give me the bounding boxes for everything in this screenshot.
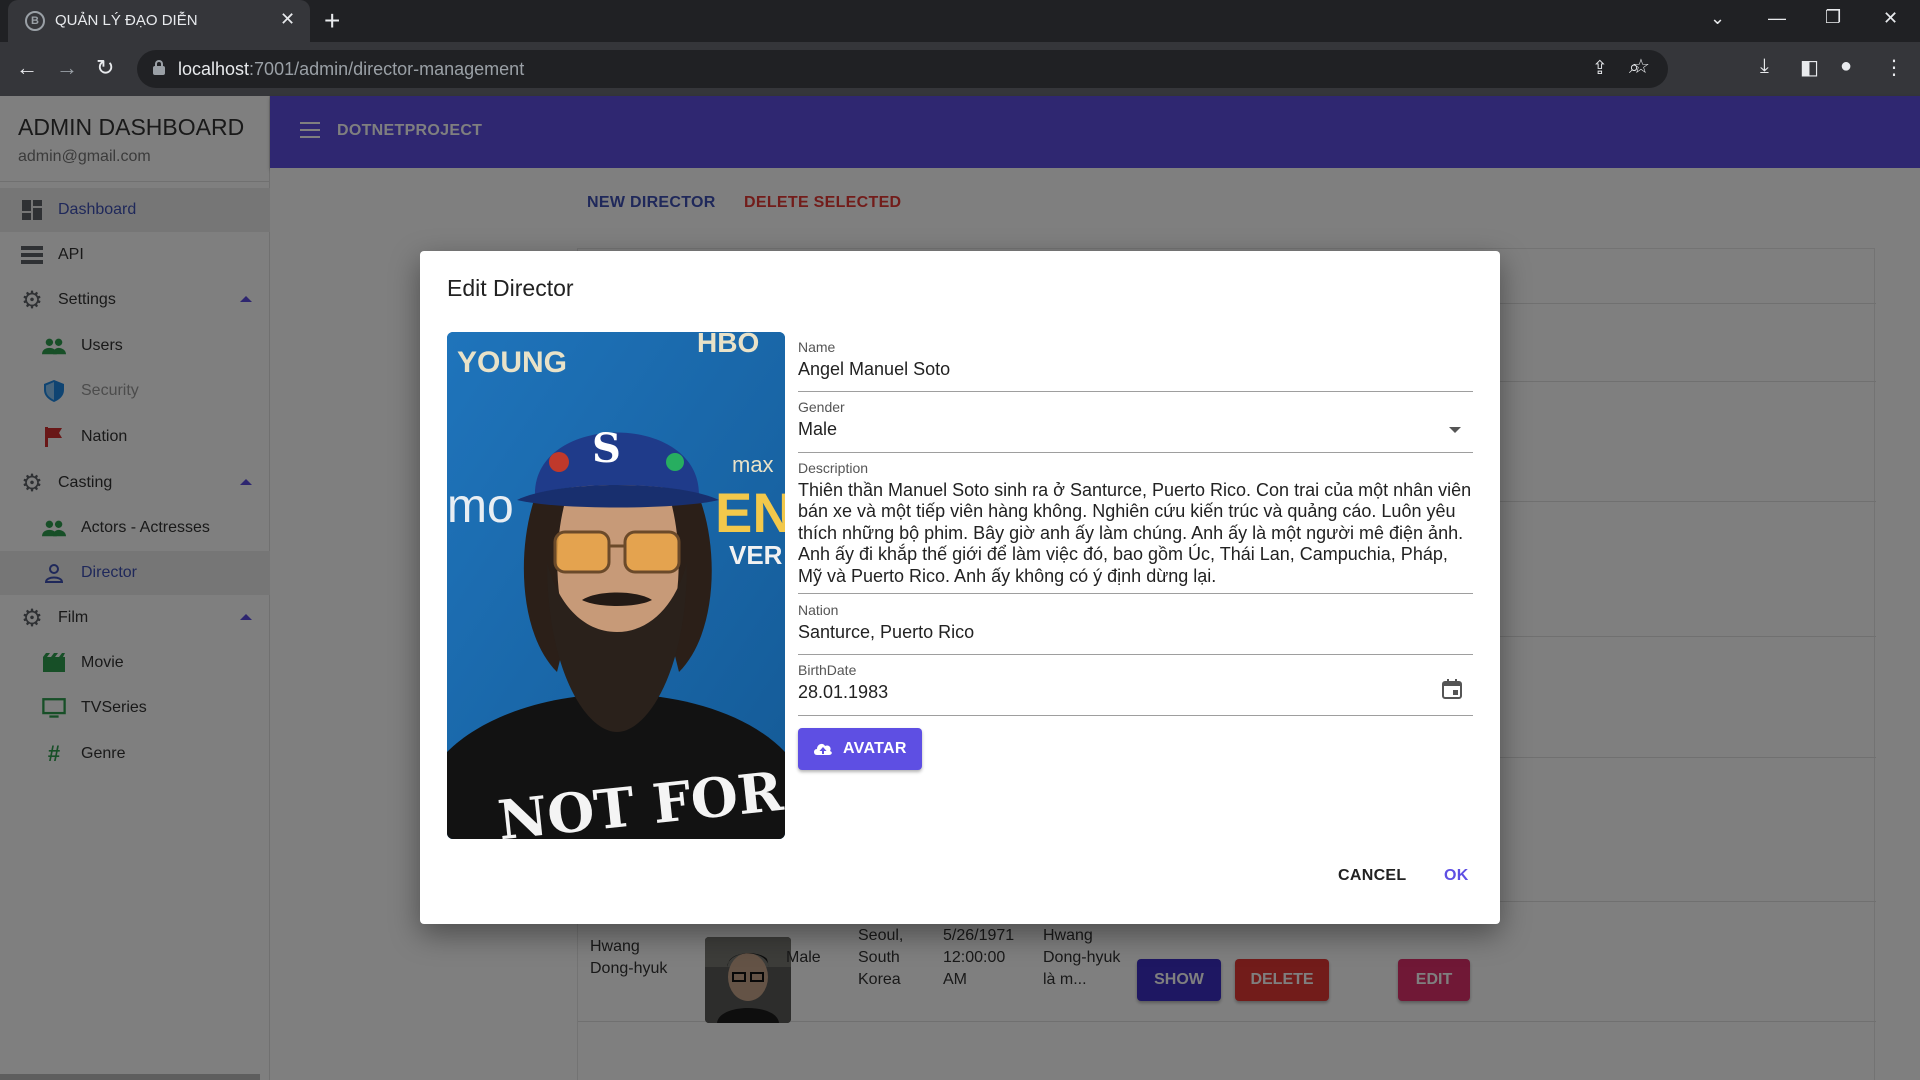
close-window-icon[interactable]: ✕ — [1883, 8, 1898, 29]
svg-text:VER: VER — [729, 540, 783, 570]
favicon-icon: B — [25, 11, 45, 31]
tab-search-icon[interactable]: ⌄ — [1710, 8, 1725, 29]
browser-tab[interactable]: B QUẢN LÝ ĐẠO DIỄN ✕ — [8, 0, 310, 42]
reload-icon[interactable]: ↻ — [96, 55, 114, 81]
download-icon[interactable]: ⤓ — [1760, 55, 1769, 78]
calendar-icon[interactable] — [1441, 678, 1463, 700]
cloud-upload-icon — [812, 738, 834, 760]
svg-text:HBO: HBO — [697, 332, 759, 358]
forward-icon[interactable]: → — [56, 55, 78, 81]
gender-label: Gender — [798, 399, 845, 415]
nation-label: Nation — [798, 602, 839, 618]
upload-avatar-button[interactable]: AVATAR — [798, 728, 922, 770]
lock-icon[interactable] — [153, 60, 165, 76]
ok-button[interactable]: OK — [1444, 867, 1469, 885]
description-field[interactable]: Description Thiên thần Manuel Soto sinh … — [798, 460, 1473, 594]
url-text: localhost:7001/admin/director-management — [178, 59, 525, 79]
side-panel-icon[interactable]: ◧ — [1800, 55, 1819, 80]
dialog-title: Edit Director — [447, 275, 574, 301]
birthdate-input[interactable]: 28.01.1983 — [798, 682, 888, 703]
director-photo: YOUNG HBO max ENU VER mo S — [447, 332, 785, 839]
tab-close-icon[interactable]: ✕ — [280, 9, 295, 30]
back-icon[interactable]: ← — [16, 55, 38, 81]
nation-field[interactable]: Nation Santurce, Puerto Rico — [798, 602, 1473, 655]
nation-input[interactable]: Santurce, Puerto Rico — [798, 622, 974, 643]
name-input[interactable]: Angel Manuel Soto — [798, 359, 950, 380]
svg-text:mo: mo — [447, 480, 514, 533]
description-label: Description — [798, 460, 869, 476]
browser-toolbar: ← → ↻ localhost:7001/admin/director-mana… — [0, 42, 1920, 96]
name-field[interactable]: Name Angel Manuel Soto — [798, 339, 1473, 392]
svg-text:ENU: ENU — [715, 481, 785, 544]
description-textarea[interactable]: Thiên thần Manuel Soto sinh ra ở Santurc… — [798, 480, 1473, 587]
avatar-button-label: AVATAR — [843, 740, 907, 757]
edit-director-dialog: Edit Director YOUNG HBO max ENU VER mo — [420, 251, 1500, 924]
cancel-button[interactable]: CANCEL — [1338, 867, 1406, 885]
svg-text:S: S — [592, 425, 621, 472]
address-bar[interactable]: localhost:7001/admin/director-management… — [137, 50, 1668, 88]
bookmark-star-icon[interactable]: ☆ — [1632, 54, 1650, 79]
name-label: Name — [798, 339, 836, 355]
new-tab-icon[interactable]: + — [324, 5, 340, 37]
tab-title: QUẢN LÝ ĐẠO DIỄN — [55, 12, 198, 29]
browser-tabstrip: B QUẢN LÝ ĐẠO DIỄN ✕ + ⌄ — ❐ ✕ — [0, 0, 1920, 42]
profile-icon[interactable]: ● — [1840, 55, 1852, 78]
gender-select[interactable]: Gender Male — [798, 399, 1473, 453]
birthdate-field[interactable]: BirthDate 28.01.1983 — [798, 662, 1473, 716]
svg-text:YOUNG: YOUNG — [457, 346, 567, 379]
restore-icon[interactable]: ❐ — [1825, 7, 1841, 28]
share-icon[interactable]: ⇪ — [1592, 57, 1608, 80]
gender-value[interactable]: Male — [798, 419, 837, 440]
svg-text:max: max — [732, 452, 774, 477]
dropdown-arrow-icon[interactable] — [1449, 427, 1461, 433]
more-menu-icon[interactable]: ⋮ — [1884, 55, 1904, 80]
minimize-icon[interactable]: — — [1768, 8, 1786, 29]
birthdate-label: BirthDate — [798, 662, 857, 678]
